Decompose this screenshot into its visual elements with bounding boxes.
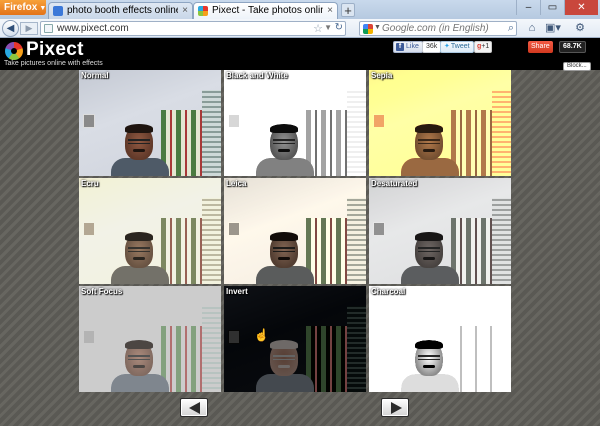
facebook-like-button[interactable]: f Like <box>393 41 423 53</box>
close-window-button[interactable]: ✕ <box>564 0 598 15</box>
effect-label: Invert <box>226 287 248 296</box>
share-count: 68.7K <box>559 41 586 53</box>
browser-tab-bar: Firefox▼ photo booth effects online - Go… <box>0 0 600 19</box>
home-icon[interactable]: ⌂ <box>524 21 540 36</box>
effect-tile-ecru[interactable]: Ecru <box>79 178 221 284</box>
url-text[interactable]: www.pixect.com <box>57 23 129 34</box>
blocked-plugin-badge[interactable]: Block... <box>563 62 591 71</box>
effect-tile-soft-focus[interactable]: Soft Focus <box>79 286 221 392</box>
tab-pixect[interactable]: Pixect - Take photos online with... × <box>193 2 338 19</box>
facebook-like-count: 36k <box>422 41 442 53</box>
search-bar[interactable]: ▼ ⌕ <box>359 21 517 36</box>
search-magnifier-icon[interactable]: ⌕ <box>508 22 514 35</box>
tab-title: Pixect - Take photos online with... <box>212 5 323 16</box>
address-bar[interactable]: www.pixect.com ☆ ▼ ↻ <box>40 21 346 36</box>
webcam-preview <box>79 286 221 392</box>
reload-icon[interactable]: ↻ <box>335 22 343 33</box>
window-controls: – ▭ ✕ <box>516 0 598 15</box>
arrow-left-icon <box>189 402 200 414</box>
effect-tile-leica[interactable]: Leica <box>224 178 366 284</box>
google-plus-label: +1 <box>481 43 490 50</box>
site-identity-icon[interactable] <box>44 24 53 33</box>
effect-tile-black-and-white[interactable]: Black and White <box>224 70 366 176</box>
url-history-dropdown-icon[interactable]: ▼ <box>324 23 332 32</box>
minimize-button[interactable]: – <box>516 0 540 15</box>
site-tagline: Take pictures online with effects <box>4 60 103 67</box>
google-favicon-icon <box>53 6 63 16</box>
effect-label: Charcoal <box>371 287 406 296</box>
google-search-engine-icon[interactable] <box>363 24 373 34</box>
effect-label: Ecru <box>81 179 99 188</box>
effects-grid: Normal Black and White Sepia Ecru Leica Desat… <box>79 70 511 394</box>
tweet-label: Tweet <box>450 43 470 50</box>
effect-label: Normal <box>81 71 109 80</box>
tab-title: photo booth effects online - Go... <box>67 5 178 16</box>
effect-label: Black and White <box>226 71 288 80</box>
site-logo[interactable]: Pixect <box>26 39 84 61</box>
bookmarks-menu-icon[interactable]: ▣▾ <box>545 21 561 36</box>
tweet-button[interactable]: ✦Tweet <box>440 41 474 53</box>
webcam-preview <box>224 286 366 392</box>
pixect-favicon-icon <box>198 6 208 16</box>
search-engine-dropdown-icon[interactable]: ▼ <box>374 24 381 31</box>
google-plus-button[interactable]: g+1 <box>474 41 493 53</box>
effect-tile-invert[interactable]: Invert ☝ <box>224 286 366 392</box>
next-effects-button[interactable] <box>381 398 409 417</box>
webcam-preview <box>369 286 511 392</box>
tab-close-icon[interactable]: × <box>327 3 333 19</box>
back-button[interactable]: ◀ <box>2 20 19 37</box>
site-header: Pixect Take pictures online with effects… <box>0 38 600 70</box>
effect-tile-desaturated[interactable]: Desaturated <box>369 178 511 284</box>
effect-label: Leica <box>226 179 247 188</box>
webcam-preview <box>369 178 511 284</box>
effect-tile-normal[interactable]: Normal <box>79 70 221 176</box>
facebook-like-label: Like <box>406 43 419 50</box>
webcam-preview <box>79 178 221 284</box>
effect-tile-sepia[interactable]: Sepia <box>369 70 511 176</box>
forward-button[interactable]: ▶ <box>20 22 38 35</box>
search-input[interactable] <box>382 23 500 34</box>
effect-label: Desaturated <box>371 179 418 188</box>
navigation-toolbar: ◀ ▶ www.pixect.com ☆ ▼ ↻ ▼ ⌕ ⌂ ▣▾ ⚙ <box>0 19 600 38</box>
effect-label: Sepia <box>371 71 393 80</box>
pixect-logo-icon[interactable] <box>5 42 23 60</box>
webcam-preview <box>79 70 221 176</box>
webcam-preview <box>224 178 366 284</box>
effect-tile-charcoal[interactable]: Charcoal <box>369 286 511 392</box>
tab-photo-booth-search[interactable]: photo booth effects online - Go... × <box>48 2 193 19</box>
bookmark-star-icon[interactable]: ☆ <box>313 22 323 35</box>
effect-label: Soft Focus <box>81 287 123 296</box>
hand-cursor-icon: ☝ <box>254 328 269 342</box>
twitter-bird-icon: ✦ <box>444 43 450 50</box>
arrow-right-icon <box>391 402 402 414</box>
chevron-down-icon: ▼ <box>39 5 47 12</box>
web-page: Pixect Take pictures online with effects… <box>0 38 600 426</box>
facebook-icon: f <box>396 43 404 51</box>
tab-close-icon[interactable]: × <box>182 3 188 19</box>
new-tab-button[interactable]: + <box>341 3 355 17</box>
webcam-preview <box>224 70 366 176</box>
addon-icon[interactable]: ⚙ <box>572 21 588 36</box>
share-button[interactable]: Share <box>528 41 553 53</box>
firefox-menu-button[interactable]: Firefox ▼ <box>0 0 46 15</box>
maximize-button[interactable]: ▭ <box>540 0 564 15</box>
previous-effects-button[interactable] <box>180 398 208 417</box>
webcam-preview <box>369 70 511 176</box>
firefox-menu-label: Firefox <box>4 2 38 13</box>
